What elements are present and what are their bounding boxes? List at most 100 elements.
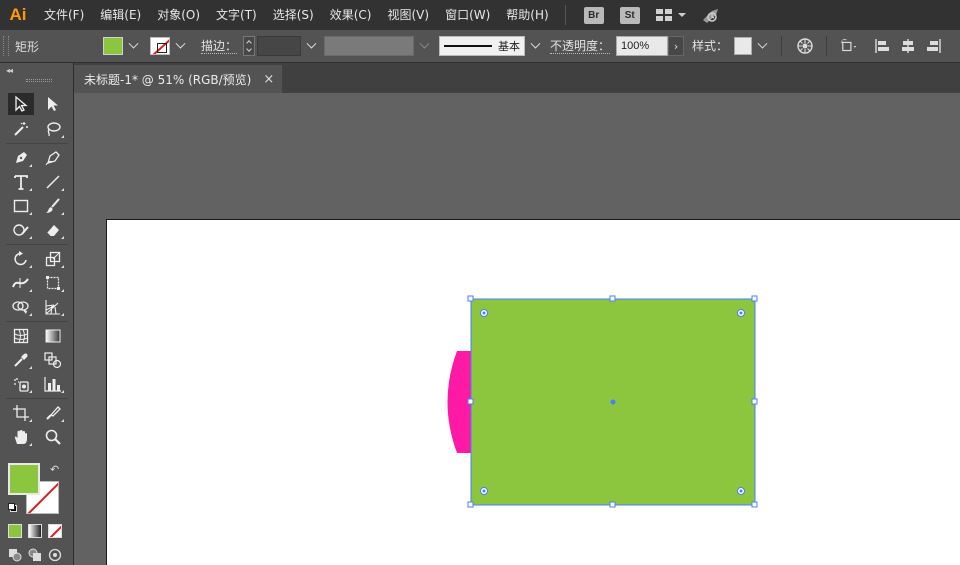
selection-arrow-icon <box>15 95 28 112</box>
hand-tool[interactable] <box>8 426 34 448</box>
zoom-tool[interactable] <box>40 426 66 448</box>
free-transform-icon <box>46 276 60 290</box>
brush-definition-dropdown[interactable] <box>528 36 542 56</box>
rotate-icon <box>14 251 27 266</box>
eraser-icon <box>46 225 59 237</box>
stroke-weight-label[interactable]: 描边： <box>201 39 238 54</box>
draw-behind-button[interactable] <box>28 548 42 562</box>
type-t-icon <box>14 175 28 190</box>
variable-width-dropdown[interactable] <box>417 36 431 56</box>
opacity-arrow-button[interactable]: › <box>668 36 685 56</box>
menu-file[interactable]: 文件(F) <box>36 0 92 30</box>
magic-wand-tool[interactable] <box>8 118 34 140</box>
artboard-tool[interactable] <box>8 402 34 424</box>
swap-fill-stroke-icon[interactable]: ↶ <box>50 463 59 476</box>
line-segment-tool[interactable] <box>40 171 66 193</box>
magenta-shape[interactable] <box>447 351 472 453</box>
menu-type[interactable]: 文字(T) <box>208 0 265 30</box>
gpu-performance-icon[interactable] <box>700 6 722 24</box>
align-horizontal-center-icon[interactable] <box>899 37 917 55</box>
rectangle-icon <box>13 199 29 213</box>
width-tool[interactable] <box>8 272 34 294</box>
brush-definition-label: 基本 <box>498 40 521 53</box>
free-transform-tool[interactable] <box>40 272 66 294</box>
symbol-sprayer-tool[interactable] <box>8 373 34 395</box>
shaper-tool[interactable] <box>8 219 34 241</box>
menu-view[interactable]: 视图(V) <box>379 0 437 30</box>
paintbrush-tool[interactable] <box>40 195 66 217</box>
eraser-tool[interactable] <box>40 219 66 241</box>
draw-inside-icon <box>48 548 62 562</box>
recolor-artwork-icon[interactable] <box>796 37 814 55</box>
variable-width-profile[interactable] <box>324 36 415 56</box>
canvas-area[interactable] <box>74 93 960 565</box>
menu-object[interactable]: 对象(O) <box>149 0 208 30</box>
blend-icon <box>44 352 62 369</box>
fill-color-swatch[interactable] <box>103 37 123 55</box>
pen-nib-icon <box>16 152 27 163</box>
curvature-tool[interactable] <box>40 147 66 169</box>
column-graph-tool[interactable] <box>40 373 66 395</box>
chevron-down-icon <box>419 38 429 49</box>
color-mode-button[interactable] <box>8 524 22 538</box>
default-fill-stroke-icon[interactable] <box>8 503 18 513</box>
mesh-icon <box>13 328 29 344</box>
rotate-tool[interactable] <box>8 248 34 270</box>
menu-select[interactable]: 选择(S) <box>265 0 322 30</box>
lasso-tool[interactable] <box>40 118 66 140</box>
opacity-label[interactable]: 不透明度： <box>550 39 611 54</box>
stroke-color-swatch[interactable] <box>150 37 170 55</box>
slice-tool[interactable] <box>40 402 66 424</box>
opacity-input[interactable]: 100% <box>616 36 669 56</box>
document-tab[interactable]: 未标题-1* @ 51% (RGB/预览) × <box>74 65 282 93</box>
arrange-documents-button[interactable] <box>655 9 686 21</box>
paintbrush-icon <box>46 198 60 213</box>
menu-help[interactable]: 帮助(H) <box>498 0 556 30</box>
stroke-weight-dropdown[interactable] <box>304 36 318 56</box>
stroke-dropdown-button[interactable] <box>173 36 187 56</box>
gradient-mode-button[interactable] <box>28 524 42 538</box>
shape-builder-tool[interactable] <box>8 296 34 318</box>
bridge-button[interactable]: Br <box>583 6 604 24</box>
align-left-icon[interactable] <box>873 37 891 55</box>
graphic-style-swatch[interactable] <box>734 37 753 55</box>
panel-grip[interactable] <box>26 79 52 82</box>
stroke-weight-input[interactable] <box>257 36 302 56</box>
stroke-weight-stepper[interactable] <box>243 36 256 56</box>
current-tool-name: 矩形 <box>15 39 40 54</box>
fill-color-box[interactable] <box>8 463 40 495</box>
align-to-icon[interactable] <box>841 37 859 55</box>
menu-window[interactable]: 窗口(W) <box>437 0 498 30</box>
type-tool[interactable] <box>8 171 34 193</box>
eyedropper-tool[interactable] <box>8 349 34 371</box>
column-graph-icon <box>44 377 61 392</box>
menu-bar: Ai 文件(F) 编辑(E) 对象(O) 文字(T) 选择(S) 效果(C) 视… <box>0 0 960 30</box>
mesh-tool[interactable] <box>8 325 34 347</box>
panel-grip[interactable] <box>3 36 9 56</box>
center-point <box>610 399 616 405</box>
draw-normal-button[interactable] <box>8 548 22 562</box>
selection-tool[interactable] <box>8 93 34 115</box>
align-right-icon[interactable] <box>925 37 943 55</box>
tools-separator <box>6 244 68 245</box>
none-mode-button[interactable] <box>48 524 62 538</box>
perspective-grid-tool[interactable] <box>40 296 66 318</box>
stock-button[interactable]: St <box>619 6 640 24</box>
perspective-grid-icon <box>45 300 60 315</box>
lasso-icon <box>47 122 61 137</box>
pen-tool[interactable] <box>8 147 34 169</box>
fill-dropdown-button[interactable] <box>126 36 140 56</box>
draw-inside-button[interactable] <box>48 548 62 562</box>
symbol-sprayer-icon <box>14 378 29 392</box>
menu-edit[interactable]: 编辑(E) <box>92 0 149 30</box>
gradient-tool[interactable] <box>40 325 66 347</box>
collapse-panel-icon[interactable]: ◂◂ <box>6 67 13 75</box>
rectangle-tool[interactable] <box>8 195 34 217</box>
direct-selection-tool[interactable] <box>40 93 66 115</box>
brush-definition-field[interactable]: 基本 <box>439 36 526 56</box>
close-icon[interactable]: × <box>263 72 274 87</box>
blend-tool[interactable] <box>40 349 66 371</box>
menu-effect[interactable]: 效果(C) <box>322 0 380 30</box>
graphic-style-dropdown[interactable] <box>755 36 769 56</box>
scale-tool[interactable] <box>40 248 66 270</box>
